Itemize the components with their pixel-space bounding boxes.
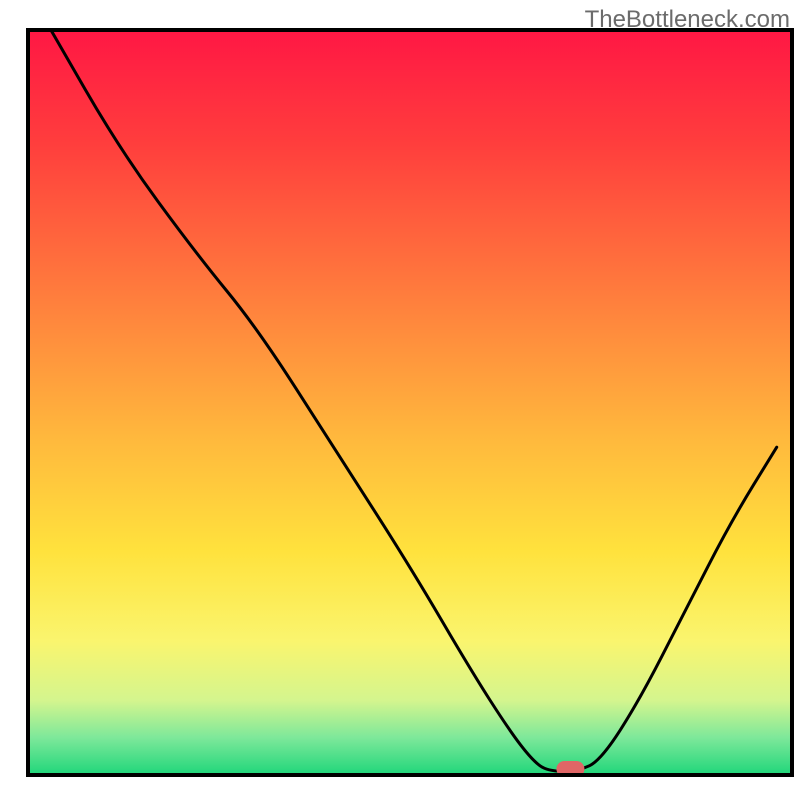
watermark-text: TheBottleneck.com <box>585 6 790 34</box>
chart-container: TheBottleneck.com <box>0 0 800 800</box>
bottleneck-chart <box>0 0 800 800</box>
